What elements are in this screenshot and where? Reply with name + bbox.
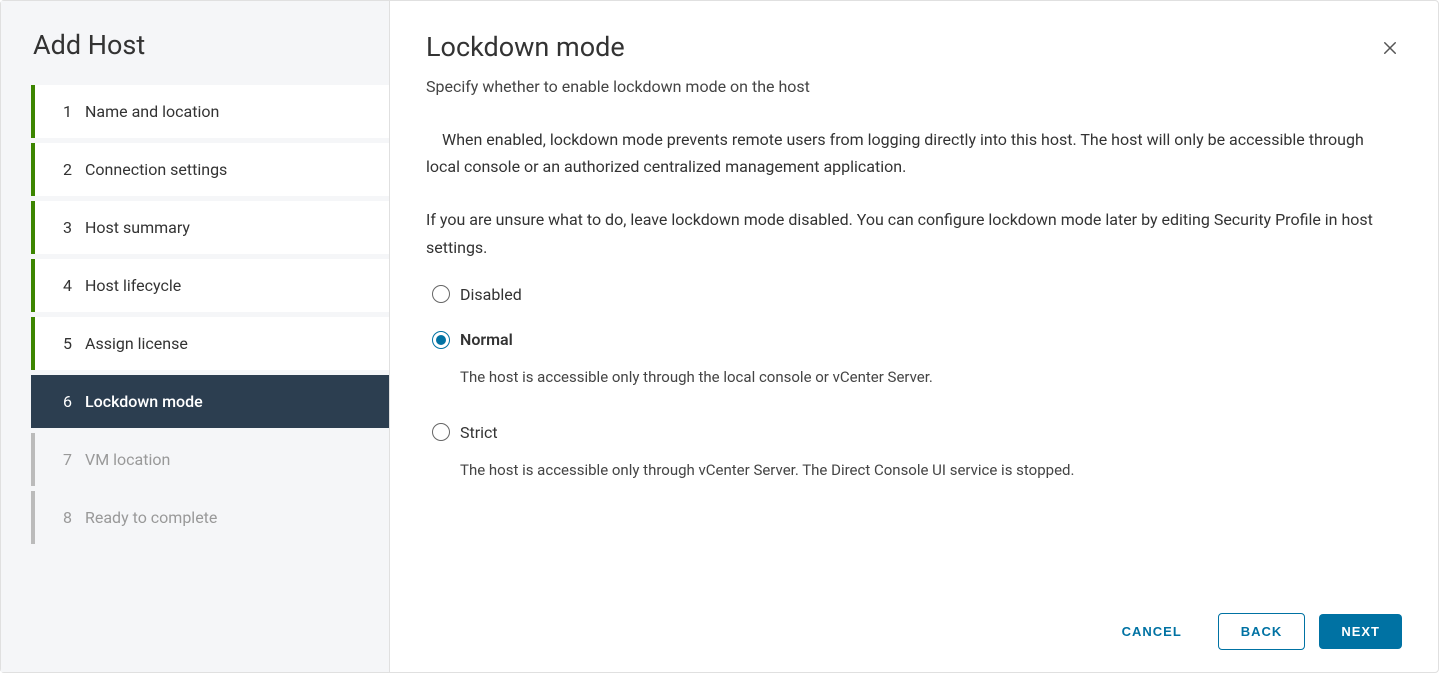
radio-icon-checked <box>432 331 450 349</box>
wizard-step-number: 1 <box>63 102 85 121</box>
radio-label-normal: Normal <box>460 326 513 353</box>
wizard-step-label: Assign license <box>85 334 188 353</box>
intro-paragraph: When enabled, lockdown mode prevents rem… <box>426 126 1392 180</box>
wizard-steps: 1 Name and location 2 Connection setting… <box>1 85 389 544</box>
close-icon <box>1381 39 1399 60</box>
wizard-step-number: 3 <box>63 218 85 237</box>
wizard-step-number: 5 <box>63 334 85 353</box>
content-body: When enabled, lockdown mode prevents rem… <box>426 126 1402 595</box>
wizard-step-ready-complete: 8 Ready to complete <box>31 491 389 544</box>
radio-icon <box>432 423 450 441</box>
radio-option-normal[interactable]: Normal <box>426 322 1392 357</box>
wizard-step-label: Ready to complete <box>85 508 217 527</box>
radio-label-disabled: Disabled <box>460 281 522 308</box>
radio-description-normal: The host is accessible only through the … <box>426 365 1392 391</box>
wizard-sidebar: Add Host 1 Name and location 2 Connectio… <box>1 1 390 672</box>
wizard-step-label: Host lifecycle <box>85 276 181 295</box>
back-button[interactable]: BACK <box>1218 613 1306 650</box>
wizard-step-lockdown-mode[interactable]: 6 Lockdown mode <box>31 375 389 428</box>
radio-icon <box>432 285 450 303</box>
radio-option-strict[interactable]: Strict <box>426 415 1392 450</box>
wizard-step-assign-license[interactable]: 5 Assign license <box>31 317 389 370</box>
wizard-footer: CANCEL BACK NEXT <box>426 595 1402 650</box>
radio-label-strict: Strict <box>460 419 498 446</box>
wizard-step-label: VM location <box>85 450 170 469</box>
next-button[interactable]: NEXT <box>1319 614 1402 649</box>
wizard-step-number: 8 <box>63 508 85 527</box>
wizard-step-number: 7 <box>63 450 85 469</box>
wizard-step-host-lifecycle[interactable]: 4 Host lifecycle <box>31 259 389 312</box>
wizard-content: Lockdown mode Specify whether to enable … <box>390 1 1438 672</box>
content-subtitle: Specify whether to enable lockdown mode … <box>426 77 1402 96</box>
lockdown-radio-group: Disabled Normal The host is accessible o… <box>426 277 1392 498</box>
wizard-step-host-summary[interactable]: 3 Host summary <box>31 201 389 254</box>
close-button[interactable] <box>1378 37 1402 61</box>
content-title: Lockdown mode <box>426 31 1402 63</box>
wizard-step-number: 4 <box>63 276 85 295</box>
wizard-step-label: Name and location <box>85 102 219 121</box>
wizard-step-label: Lockdown mode <box>85 392 203 411</box>
wizard-step-number: 2 <box>63 160 85 179</box>
hint-paragraph: If you are unsure what to do, leave lock… <box>426 206 1392 260</box>
radio-option-disabled[interactable]: Disabled <box>426 277 1392 312</box>
wizard-title: Add Host <box>1 1 389 85</box>
cancel-button[interactable]: CANCEL <box>1100 614 1204 649</box>
radio-description-strict: The host is accessible only through vCen… <box>426 458 1392 484</box>
wizard-step-connection-settings[interactable]: 2 Connection settings <box>31 143 389 196</box>
wizard-container: Add Host 1 Name and location 2 Connectio… <box>0 0 1439 673</box>
wizard-step-name-location[interactable]: 1 Name and location <box>31 85 389 138</box>
wizard-step-number: 6 <box>63 392 85 411</box>
wizard-step-label: Host summary <box>85 218 190 237</box>
wizard-step-label: Connection settings <box>85 160 227 179</box>
wizard-step-vm-location: 7 VM location <box>31 433 389 486</box>
